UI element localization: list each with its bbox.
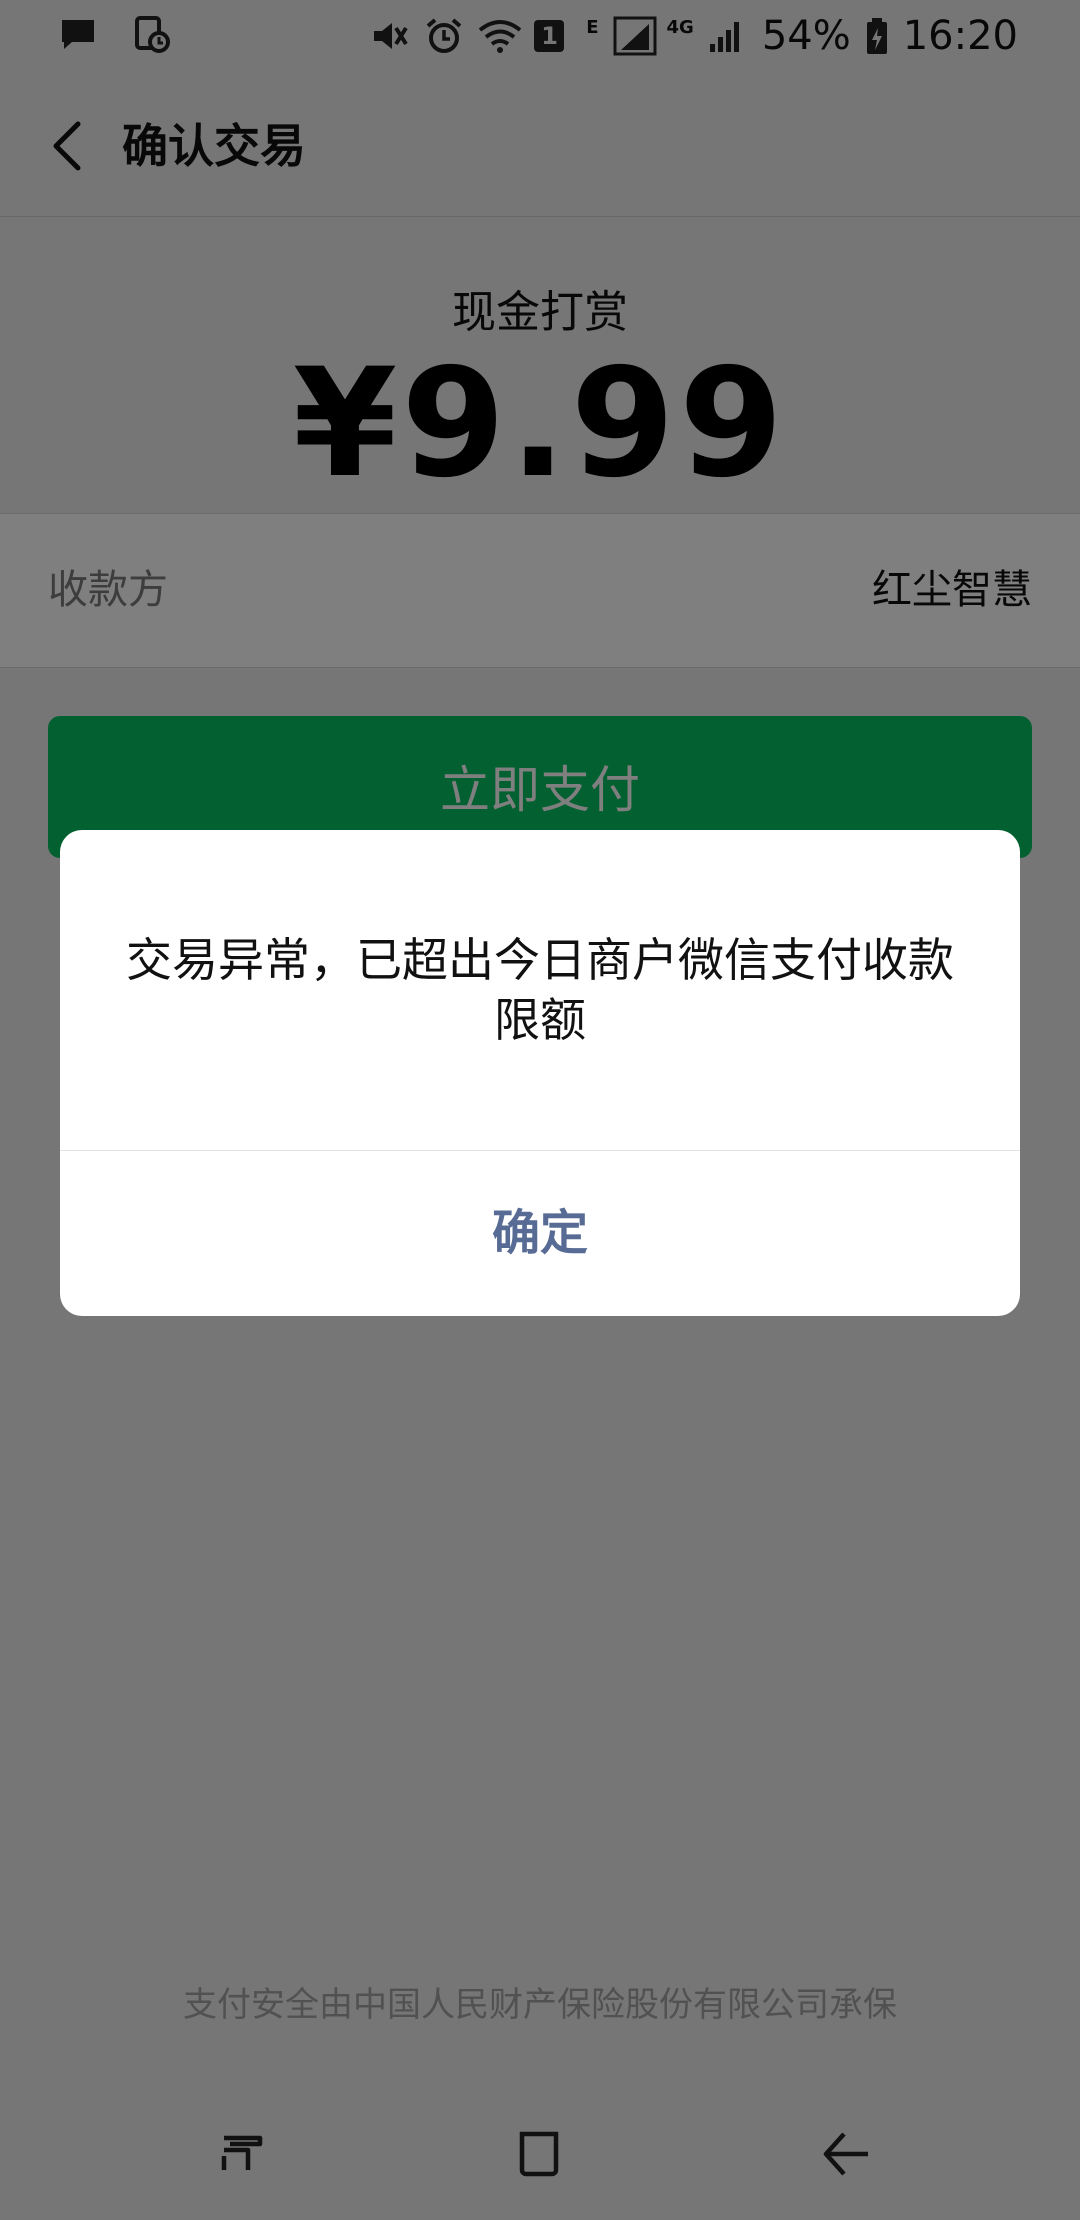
dialog-message: 交易异常，已超出今日商户微信支付收款限额 xyxy=(126,933,954,1047)
error-dialog: 交易异常，已超出今日商户微信支付收款限额 确定 xyxy=(60,830,1020,1316)
confirm-button[interactable]: 确定 xyxy=(60,1151,1020,1316)
